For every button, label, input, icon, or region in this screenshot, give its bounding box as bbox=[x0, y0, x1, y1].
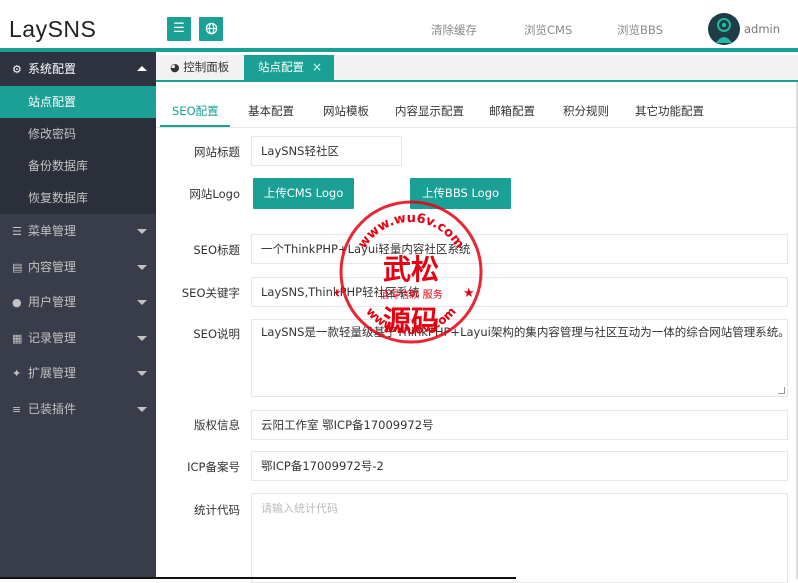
stats-code-textarea[interactable]: 请输入统计代码 bbox=[251, 493, 788, 583]
settings-subtabs: SEO配置 基本配置 网站模板 内容显示配置 邮箱配置 积分规则 其它功能配置 bbox=[156, 99, 798, 128]
copyright-input[interactable]: 云阳工作室 鄂ICP备17009972号 bbox=[251, 410, 788, 440]
icp-label: ICP备案号 bbox=[156, 459, 240, 475]
username[interactable]: admin bbox=[744, 22, 780, 36]
avatar[interactable] bbox=[708, 13, 740, 45]
upload-bbs-logo-button[interactable]: 上传BBS Logo bbox=[410, 178, 511, 209]
chevron-down-icon bbox=[137, 265, 147, 270]
browse-cms-link[interactable]: 浏览CMS bbox=[524, 22, 572, 38]
sidebar-group-label: 扩展管理 bbox=[28, 366, 76, 380]
gears-icon: ⚙ bbox=[12, 53, 28, 87]
tab-site-config[interactable]: 站点配置 × bbox=[244, 55, 334, 82]
sidebar-group-system-config[interactable]: ⚙系统配置 bbox=[0, 52, 156, 86]
sidebar-group-label: 内容管理 bbox=[28, 260, 76, 274]
chevron-down-icon bbox=[137, 371, 147, 376]
sidebar-item-backup-db[interactable]: 备份数据库 bbox=[0, 150, 156, 182]
globe-button[interactable] bbox=[199, 17, 223, 41]
users-icon: ● bbox=[12, 285, 28, 321]
sidebar-group-label: 菜单管理 bbox=[28, 224, 76, 238]
sidebar-group-plugins[interactable]: ≡已装插件 bbox=[0, 392, 156, 428]
sidebar: ⚙系统配置 站点配置 修改密码 备份数据库 恢复数据库 ☰菜单管理 ▤内容管理 … bbox=[0, 52, 156, 579]
sidebar-group-records[interactable]: ▦记录管理 bbox=[0, 321, 156, 357]
subtab-template[interactable]: 网站模板 bbox=[323, 103, 369, 119]
close-icon[interactable]: × bbox=[312, 55, 322, 80]
tab-label: 控制面板 bbox=[183, 60, 229, 74]
subtab-basic[interactable]: 基本配置 bbox=[248, 103, 294, 119]
list-icon: ☰ bbox=[12, 214, 28, 250]
menu-toggle-button[interactable]: ☰ bbox=[167, 17, 191, 41]
app-logo[interactable]: LaySNS bbox=[9, 16, 96, 43]
seo-keywords-label: SEO关键字 bbox=[156, 285, 240, 301]
dashboard-icon: ◕ bbox=[170, 61, 180, 74]
chevron-down-icon bbox=[137, 336, 147, 341]
wrench-icon: ✦ bbox=[12, 356, 28, 392]
upload-cms-logo-button[interactable]: 上传CMS Logo bbox=[253, 178, 354, 209]
sidebar-item-restore-db[interactable]: 恢复数据库 bbox=[0, 182, 156, 214]
seo-title-label: SEO标题 bbox=[156, 242, 240, 258]
chevron-down-icon bbox=[137, 300, 147, 305]
chevron-up-icon bbox=[137, 66, 147, 71]
sidebar-group-label: 已装插件 bbox=[28, 402, 76, 416]
main-content: SEO配置 基本配置 网站模板 内容显示配置 邮箱配置 积分规则 其它功能配置 … bbox=[156, 84, 798, 579]
chevron-down-icon bbox=[137, 407, 147, 412]
subtab-other[interactable]: 其它功能配置 bbox=[635, 103, 704, 119]
chevron-down-icon bbox=[137, 229, 147, 234]
seo-desc-text: LaySNS是一款轻量级基于ThinkPHP+Layui架构的集内容管理与社区互… bbox=[261, 325, 788, 339]
subtab-seo[interactable]: SEO配置 bbox=[172, 103, 219, 119]
active-tab-indicator bbox=[160, 125, 230, 127]
sliders-icon: ≡ bbox=[12, 392, 28, 428]
stats-code-label: 统计代码 bbox=[156, 502, 240, 518]
site-title-input[interactable]: LaySNS轻社区 bbox=[251, 136, 402, 166]
sidebar-group-menu[interactable]: ☰菜单管理 bbox=[0, 214, 156, 250]
tab-dashboard[interactable]: ◕ 控制面板 bbox=[170, 55, 229, 82]
sidebar-group-extensions[interactable]: ✦扩展管理 bbox=[0, 356, 156, 392]
seo-keywords-input[interactable]: LaySNS,ThinkPHP轻社区系统 bbox=[251, 277, 788, 307]
copyright-label: 版权信息 bbox=[156, 417, 240, 433]
globe-icon bbox=[205, 24, 218, 39]
seo-title-input[interactable]: 一个ThinkPHP+Layui轻量内容社区系统 bbox=[251, 234, 788, 264]
page-tabs-bar: ◕ 控制面板 站点配置 × bbox=[156, 55, 798, 82]
subtab-email[interactable]: 邮箱配置 bbox=[489, 103, 535, 119]
sidebar-group-label: 用户管理 bbox=[28, 295, 76, 309]
top-header: LaySNS ☰ 清除缓存 浏览CMS 浏览BBS admin bbox=[0, 0, 798, 52]
site-logo-label: 网站Logo bbox=[156, 186, 240, 202]
file-icon: ▤ bbox=[12, 250, 28, 286]
sidebar-group-label: 系统配置 bbox=[28, 62, 76, 76]
resize-handle[interactable] bbox=[778, 387, 785, 394]
seo-desc-label: SEO说明 bbox=[156, 326, 240, 342]
sidebar-group-label: 记录管理 bbox=[28, 331, 76, 345]
seo-desc-textarea[interactable]: LaySNS是一款轻量级基于ThinkPHP+Layui架构的集内容管理与社区互… bbox=[251, 319, 788, 397]
sidebar-group-users[interactable]: ●用户管理 bbox=[0, 285, 156, 321]
browse-bbs-link[interactable]: 浏览BBS bbox=[617, 22, 663, 38]
sidebar-group-content[interactable]: ▤内容管理 bbox=[0, 250, 156, 286]
hamburger-icon: ☰ bbox=[173, 21, 185, 36]
subtab-content-display[interactable]: 内容显示配置 bbox=[395, 103, 464, 119]
site-title-label: 网站标题 bbox=[156, 144, 240, 160]
clear-cache-link[interactable]: 清除缓存 bbox=[431, 22, 477, 38]
icp-input[interactable]: 鄂ICP备17009972号-2 bbox=[251, 451, 788, 481]
sidebar-item-site-config[interactable]: 站点配置 bbox=[0, 86, 156, 118]
grid-icon: ▦ bbox=[12, 321, 28, 357]
subtab-points[interactable]: 积分规则 bbox=[563, 103, 609, 119]
tab-label: 站点配置 bbox=[258, 60, 304, 74]
sidebar-item-change-password[interactable]: 修改密码 bbox=[0, 118, 156, 150]
